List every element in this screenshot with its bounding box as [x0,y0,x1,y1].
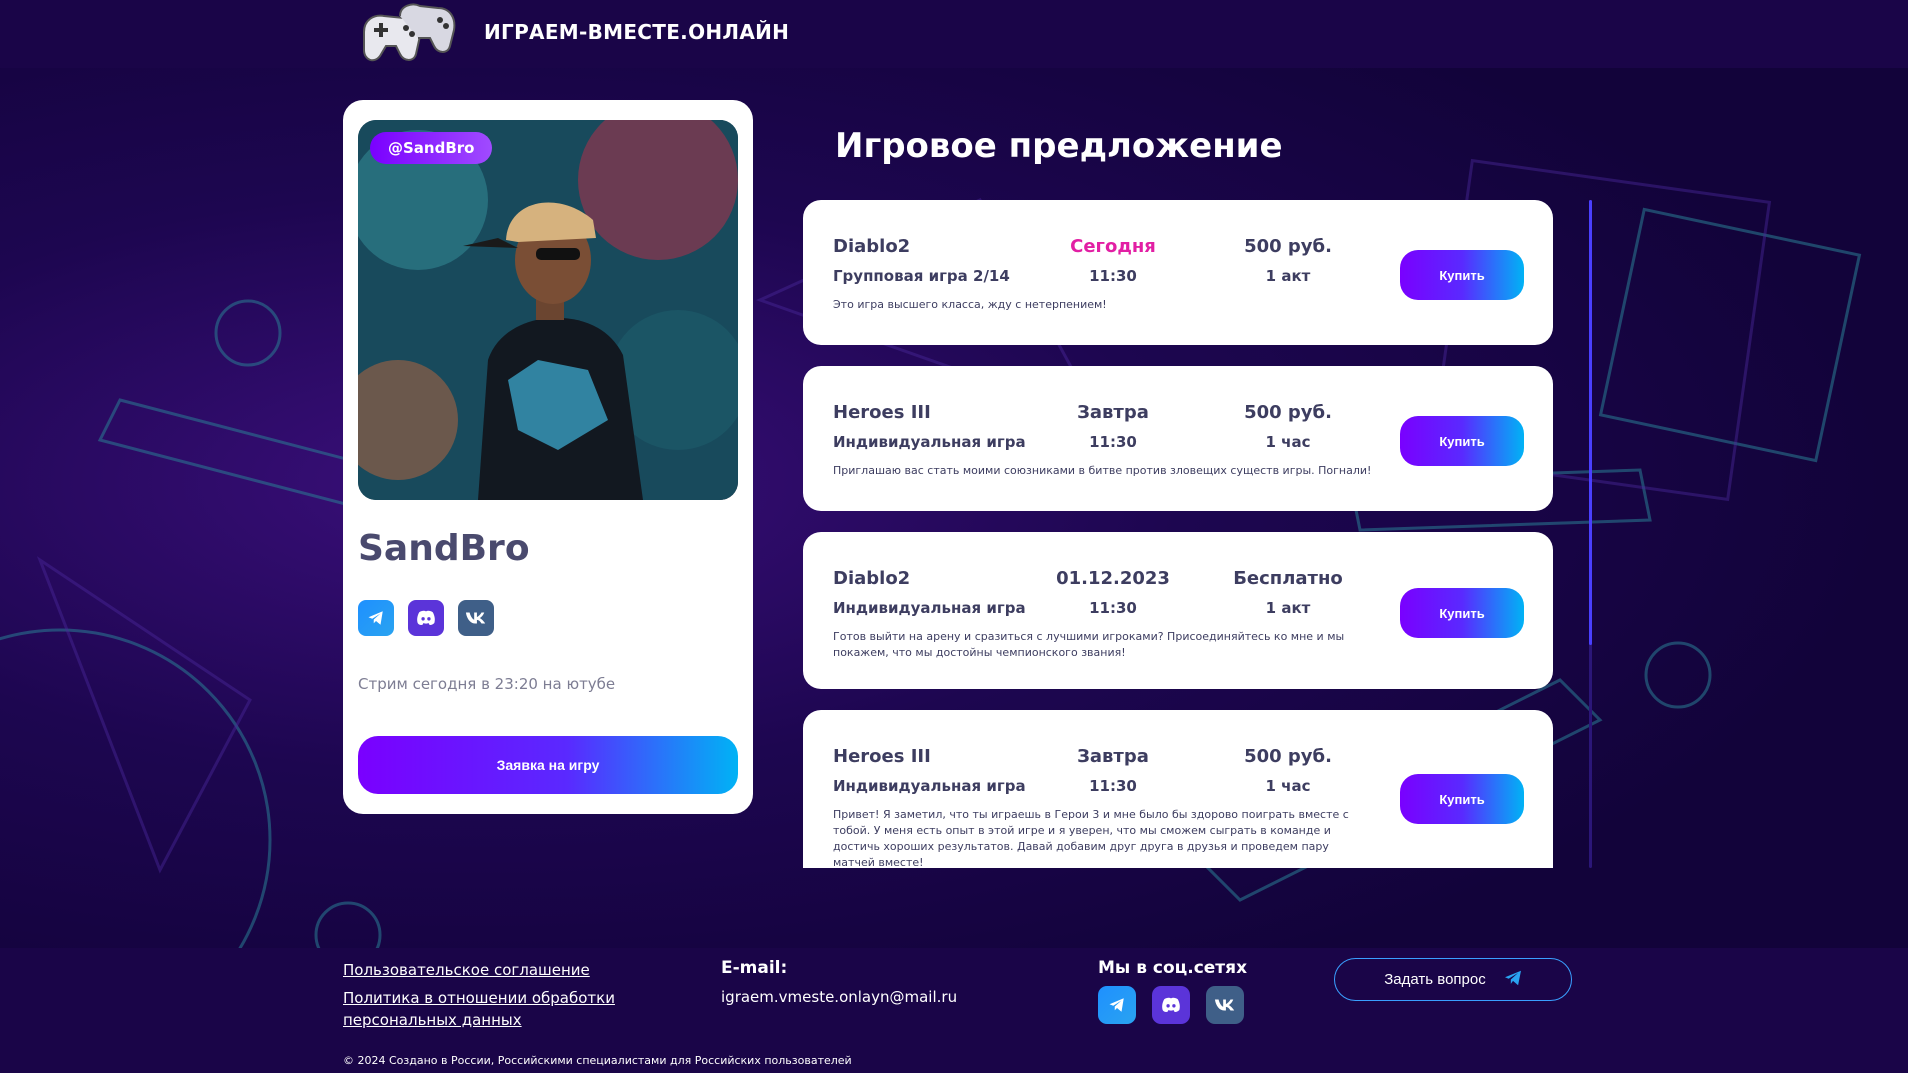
social-title: Мы в соц.сетях [1098,958,1248,978]
privacy-policy-link-line1[interactable]: Политика в отношении обработки [343,988,615,1008]
offer-card: Heroes III Индивидуальная игра Завтра 11… [803,710,1553,868]
telegram-icon[interactable] [358,600,394,636]
offer-duration: 1 час [1265,433,1311,451]
ask-question-button[interactable]: Задать вопрос [1334,958,1572,1001]
offer-description: Привет! Я заметил, что ты играешь в Геро… [833,808,1349,868]
offers-scrollbar[interactable] [1589,200,1592,868]
offer-game: Heroes III [833,746,931,767]
offer-duration: 1 час [1265,777,1311,795]
buy-button[interactable]: Купить [1400,588,1524,638]
apply-game-button[interactable]: Заявка на игру [358,736,738,794]
stream-note: Стрим сегодня в 23:20 на ютубе [358,675,616,693]
privacy-policy-link-line2[interactable]: персональных данных [343,1010,522,1030]
vk-icon[interactable] [458,600,494,636]
offer-time: 11:30 [1089,267,1137,285]
offer-day: 01.12.2023 [1056,568,1170,589]
offer-description: Приглашаю вас стать моими союзниками в б… [833,464,1372,477]
offer-duration: 1 акт [1265,599,1311,617]
offer-price: 500 руб. [1244,402,1332,423]
buy-button[interactable]: Купить [1400,416,1524,466]
offer-day: Завтра [1077,402,1149,423]
site-header: ИГРАЕМ-ВМЕСТЕ.ОНЛАЙН [0,0,1908,68]
user-agreement-link[interactable]: Пользовательское соглашение [343,960,590,980]
site-footer [0,948,1908,1073]
telegram-icon[interactable] [1098,986,1136,1024]
offer-type: Групповая игра 2/14 [833,267,1010,285]
offer-day: Сегодня [1070,236,1156,257]
ask-question-label: Задать вопрос [1384,971,1486,988]
discord-icon[interactable] [1152,986,1190,1024]
offer-type: Индивидуальная игра [833,777,1026,795]
offer-day: Завтра [1077,746,1149,767]
offer-duration: 1 акт [1265,267,1311,285]
buy-button[interactable]: Купить [1400,774,1524,824]
buy-button[interactable]: Купить [1400,250,1524,300]
handle-badge: @SandBro [370,132,493,164]
offers-title: Игровое предложение [835,126,1283,166]
offer-time: 11:30 [1089,777,1137,795]
offer-card: Diablo2 Индивидуальная игра 01.12.2023 1… [803,532,1553,689]
offer-time: 11:30 [1089,599,1137,617]
gamepad-logo-icon[interactable] [356,2,462,64]
offer-card: Heroes III Индивидуальная игра Завтра 11… [803,366,1553,511]
discord-icon[interactable] [408,600,444,636]
offer-card: Diablo2 Групповая игра 2/14 Сегодня 11:3… [803,200,1553,345]
profile-photo [358,120,738,500]
offer-price: 500 руб. [1244,746,1332,767]
site-title[interactable]: ИГРАЕМ-ВМЕСТЕ.ОНЛАЙН [484,20,789,44]
copyright: © 2024 Создано в России, Российскими спе… [343,1054,852,1067]
offer-game: Diablo2 [833,568,911,589]
vk-icon[interactable] [1206,986,1244,1024]
offer-type: Индивидуальная игра [833,433,1026,451]
offers-list[interactable]: Diablo2 Групповая игра 2/14 Сегодня 11:3… [803,200,1553,868]
profile-name: SandBro [358,528,530,569]
telegram-send-icon [1504,970,1522,990]
offer-description: Это игра высшего класса, жду с нетерпени… [833,298,1107,311]
profile-card: @SandBro SandBro Стрим сегодня в 23:20 н… [343,100,753,814]
footer-socials [1098,986,1244,1024]
offer-game: Heroes III [833,402,931,423]
profile-socials [358,600,494,636]
scrollbar-thumb[interactable] [1589,200,1592,645]
email-title: E-mail: [721,958,788,978]
offer-type: Индивидуальная игра [833,599,1026,617]
email-address[interactable]: igraem.vmeste.onlayn@mail.ru [721,988,957,1006]
offer-price: 500 руб. [1244,236,1332,257]
offer-time: 11:30 [1089,433,1137,451]
offer-game: Diablo2 [833,236,911,257]
offer-price: Бесплатно [1233,568,1343,589]
offer-description: Готов выйти на арену и сразиться с лучши… [833,630,1345,659]
